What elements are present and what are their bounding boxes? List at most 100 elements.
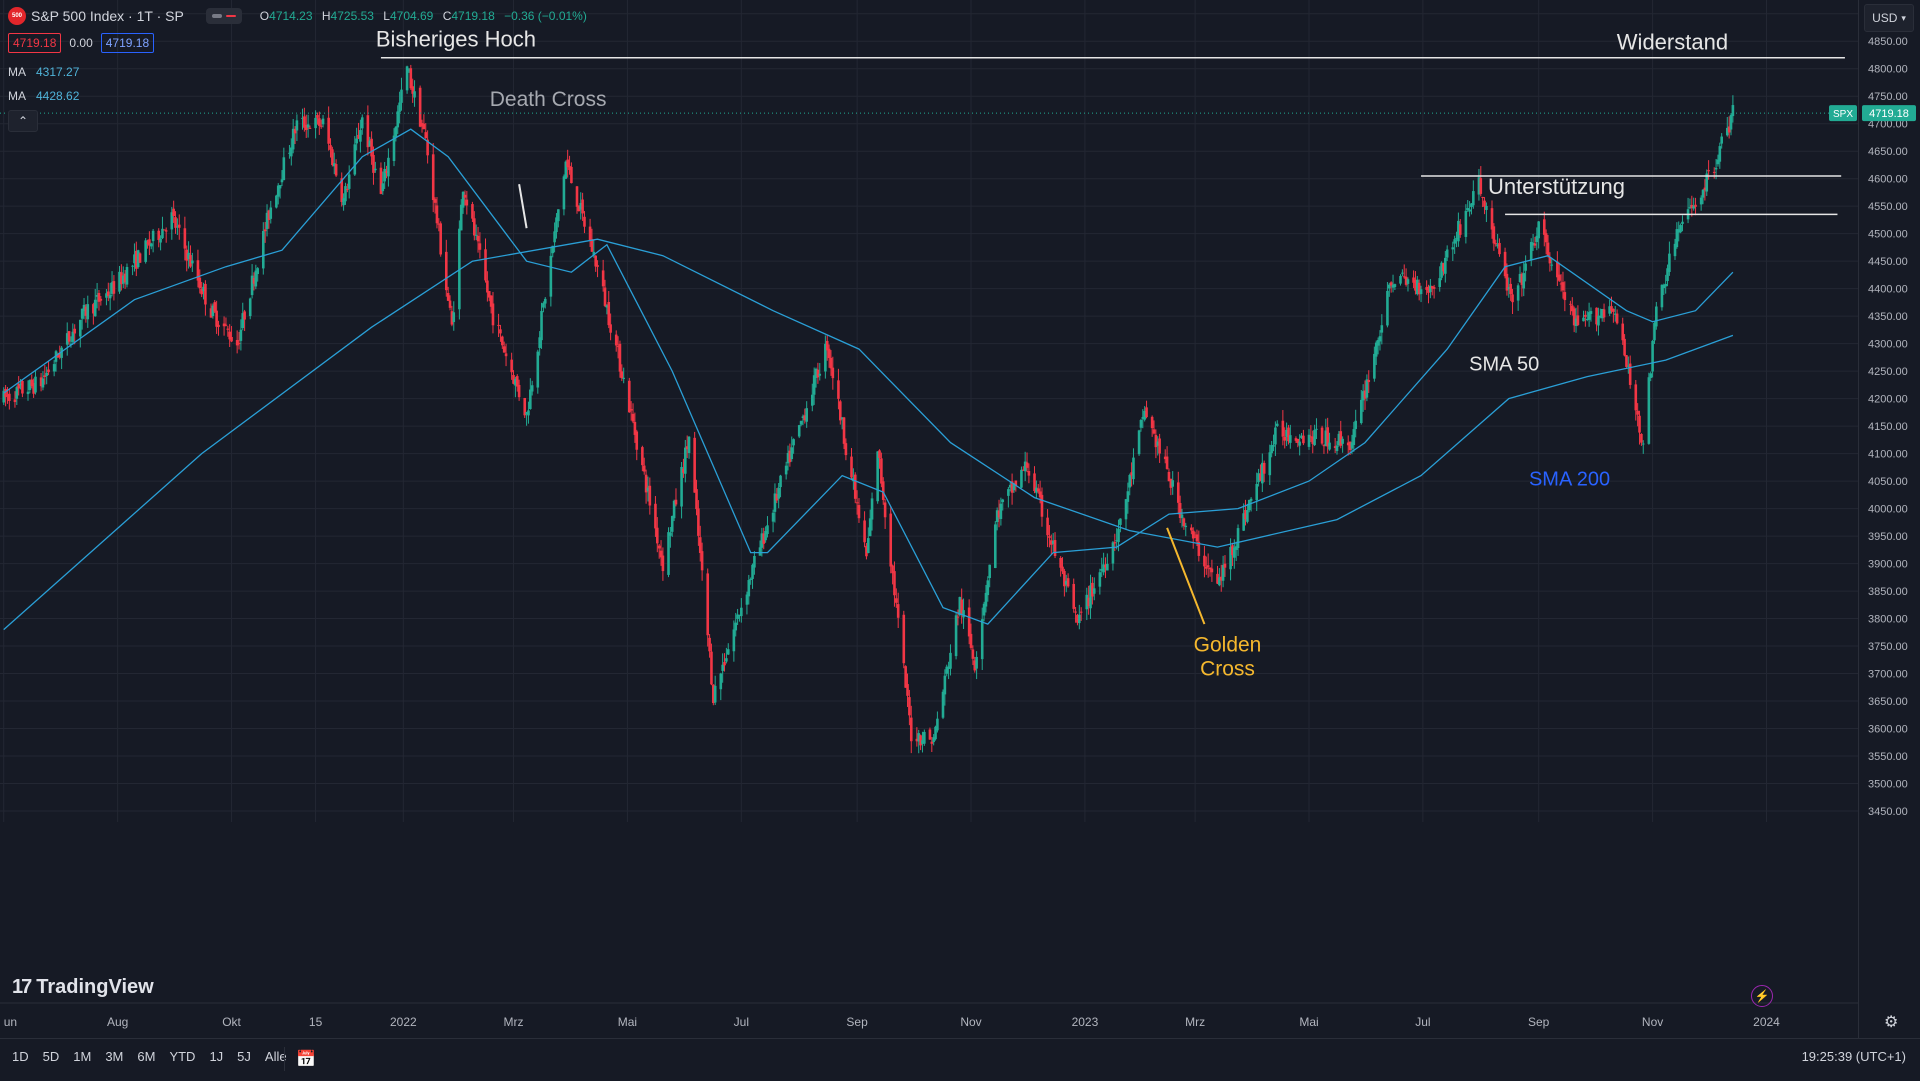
candle-body bbox=[1255, 483, 1259, 501]
candle-body bbox=[1184, 525, 1188, 528]
candle-body bbox=[1150, 416, 1154, 429]
ma-legend-2[interactable]: MA 4428.62 bbox=[8, 89, 79, 103]
ma-legend-1[interactable]: MA 4317.27 bbox=[8, 65, 79, 79]
tradingview-mark-icon: 17 bbox=[12, 976, 32, 998]
candle-body bbox=[504, 353, 508, 357]
candle-body bbox=[381, 183, 385, 192]
candle-body bbox=[941, 691, 945, 718]
candle-body bbox=[45, 372, 48, 376]
candle-body bbox=[125, 267, 129, 285]
candle-body bbox=[669, 532, 672, 536]
candle-body bbox=[151, 230, 155, 242]
period-button-6m[interactable]: 6M bbox=[137, 1049, 155, 1064]
candle-body bbox=[609, 324, 612, 333]
candle-body bbox=[474, 234, 478, 236]
candle-body bbox=[1092, 588, 1096, 594]
price-tick-label: 4550.00 bbox=[1868, 201, 1908, 213]
price-tick-label: 3750.00 bbox=[1868, 641, 1908, 653]
candle-body bbox=[594, 255, 597, 267]
candle-body bbox=[627, 380, 631, 413]
lightning-icon[interactable]: ⚡ bbox=[1751, 985, 1773, 1007]
time-axis[interactable]: un Aug Okt 15 2022 Mrz Mai Jul Sep Nov 2023 Mrz Mai J… bbox=[0, 1002, 1858, 1029]
candle-body bbox=[1472, 191, 1475, 206]
period-button-1j[interactable]: 1J bbox=[209, 1049, 223, 1064]
candle-body bbox=[213, 302, 217, 312]
ask-price[interactable]: 4719.18 bbox=[100, 33, 155, 53]
candle-body bbox=[1612, 308, 1615, 312]
candle-body bbox=[792, 439, 795, 446]
candle-body bbox=[224, 324, 228, 326]
annotations: Bisheriges Hoch Widerstand Death Cross Unte… bbox=[0, 27, 1858, 681]
candle-body bbox=[1158, 438, 1161, 454]
period-button-1m[interactable]: 1M bbox=[73, 1049, 91, 1064]
candle-body bbox=[570, 166, 573, 184]
candle-body bbox=[1550, 264, 1554, 266]
candle-body bbox=[657, 545, 661, 549]
period-button-5j[interactable]: 5J bbox=[237, 1049, 251, 1064]
candle-body bbox=[993, 524, 997, 569]
collapse-legend-button[interactable]: ⌃ bbox=[8, 110, 38, 132]
candle-body bbox=[1660, 284, 1664, 308]
candle-body bbox=[1483, 200, 1486, 207]
candle-body bbox=[478, 243, 482, 250]
candle-body bbox=[530, 385, 534, 392]
candle-body bbox=[13, 399, 17, 403]
candle-body bbox=[471, 204, 474, 219]
candle-body bbox=[1027, 470, 1031, 476]
candle-body bbox=[1485, 206, 1488, 210]
currency-selector[interactable]: USD ▾ bbox=[1864, 4, 1914, 32]
candle-body bbox=[1638, 415, 1641, 433]
price-tick-label: 4450.00 bbox=[1868, 256, 1908, 268]
candle-body bbox=[1315, 428, 1318, 430]
candle-body bbox=[706, 573, 710, 636]
price-tick-label: 3800.00 bbox=[1868, 614, 1908, 626]
candle-body bbox=[881, 481, 885, 500]
candle-body bbox=[347, 174, 351, 189]
candle-body bbox=[1679, 225, 1682, 233]
candle-body bbox=[1137, 430, 1141, 455]
candle-body bbox=[844, 443, 848, 456]
candle-body bbox=[1373, 353, 1376, 379]
candle-body bbox=[853, 474, 857, 499]
candle-body bbox=[191, 260, 194, 264]
candle-body bbox=[790, 447, 794, 460]
chevron-up-icon: ⌃ bbox=[17, 114, 29, 128]
tradingview-logo[interactable]: 17 TradingView bbox=[12, 976, 154, 999]
candle-body bbox=[1406, 279, 1410, 284]
calendar-icon[interactable]: 📅 bbox=[296, 1049, 316, 1069]
price-tick-label: 3600.00 bbox=[1868, 724, 1908, 736]
period-button-1d[interactable]: 1D bbox=[12, 1049, 29, 1064]
candle-body bbox=[1165, 456, 1169, 469]
period-button-5d[interactable]: 5D bbox=[43, 1049, 60, 1064]
symbol-header: 500 S&P 500 Index · 1T · SP O4714.23 H47… bbox=[8, 6, 587, 26]
clock-display[interactable]: 19:25:39 (UTC+1) bbox=[1802, 1049, 1906, 1064]
period-button-ytd[interactable]: YTD bbox=[169, 1049, 195, 1064]
candle-body bbox=[1731, 105, 1735, 117]
period-selector: 1D 5D 1M 3M 6M YTD 1J 5J Alle bbox=[12, 1049, 287, 1064]
candle-body bbox=[1445, 249, 1449, 258]
candle-body bbox=[1001, 499, 1005, 503]
candle-body bbox=[1176, 482, 1180, 503]
candle-body bbox=[346, 188, 349, 190]
symbol-title[interactable]: S&P 500 Index · 1T · SP bbox=[31, 8, 184, 24]
candle-body bbox=[374, 168, 377, 171]
chart-canvas[interactable]: Bisheriges Hoch Widerstand Death Cross Unte… bbox=[0, 0, 1920, 1080]
candle-body bbox=[52, 364, 56, 372]
period-button-3m[interactable]: 3M bbox=[105, 1049, 123, 1064]
candle-body bbox=[1492, 226, 1496, 244]
candle-body bbox=[680, 466, 683, 507]
candle-body bbox=[902, 614, 906, 664]
visibility-toggle[interactable] bbox=[205, 8, 242, 24]
candle-body bbox=[620, 371, 624, 379]
candle-body bbox=[962, 610, 965, 618]
candle-body bbox=[21, 380, 24, 394]
bid-price[interactable]: 4719.18 bbox=[8, 33, 62, 53]
candle-body bbox=[740, 607, 743, 617]
candle-body bbox=[1139, 420, 1143, 428]
price-axis[interactable]: 4900.004850.004800.004750.004700.004650.… bbox=[1829, 0, 1920, 1038]
candle-body bbox=[1007, 489, 1010, 496]
gear-icon[interactable]: ⚙ bbox=[1884, 1012, 1898, 1032]
candle-body bbox=[344, 186, 347, 202]
candle-body bbox=[1524, 263, 1527, 271]
candle-body bbox=[1681, 221, 1684, 224]
